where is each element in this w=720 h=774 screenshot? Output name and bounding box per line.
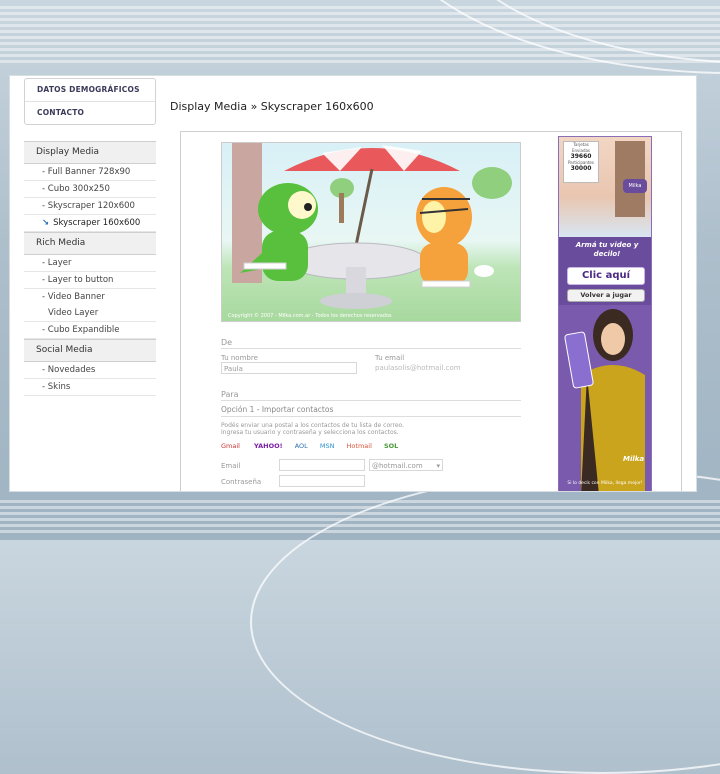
hotmail-logo[interactable]: Hotmail <box>347 442 372 450</box>
yahoo-logo[interactable]: YAHOO! <box>254 442 283 450</box>
sidebar-item-cubo-expandible[interactable]: - Cubo Expandible <box>24 322 156 339</box>
sidebar-item-layer[interactable]: - Layer <box>24 255 156 272</box>
sidebar-item-cubo[interactable]: - Cubo 300x250 <box>24 181 156 198</box>
sidebar-item-skyscraper-120[interactable]: - Skyscraper 120x600 <box>24 198 156 215</box>
postcard-illustration[interactable]: Copyright © 2007 - Milka.com.ar - Todos … <box>221 142 521 322</box>
sidebar-item-skins[interactable]: - Skins <box>24 379 156 396</box>
divider <box>221 416 521 417</box>
nav-datos-demograficos[interactable]: DATOS DEMOGRÁFICOS <box>25 79 155 101</box>
ad-tagline: Armá tu video y decilo! <box>575 241 639 258</box>
model-with-chocolate-image <box>559 305 651 491</box>
msn-logo[interactable]: MSN <box>320 442 335 450</box>
sidebar-item-layer-to-button[interactable]: - Layer to button <box>24 272 156 289</box>
ad-top-scene: Tarjetas Enviadas 39660 Participantes 30… <box>559 137 651 237</box>
gmail-logo[interactable]: Gmail <box>221 442 240 450</box>
tu-nombre-label: Tu nombre <box>221 354 258 362</box>
mailbox-icon: Milka <box>623 179 647 193</box>
sidebar-item-full-banner[interactable]: - Full Banner 728x90 <box>24 164 156 181</box>
name-input[interactable]: Paula <box>221 362 357 374</box>
email-user-input[interactable] <box>279 459 365 471</box>
cartoon-scene-image <box>232 143 512 309</box>
ad-footer-text: Si lo decís con Milka, llega mejor! <box>567 481 643 486</box>
sidebar: DATOS DEMOGRÁFICOS CONTACTO Display Medi… <box>24 76 156 396</box>
arrow-icon: ↘ <box>42 218 50 228</box>
email-domain-select[interactable]: @hotmail.com ▾ <box>369 459 443 471</box>
skyscraper-ad[interactable]: Tarjetas Enviadas 39660 Participantes 30… <box>558 136 652 491</box>
counter-box: Tarjetas Enviadas 39660 Participantes 30… <box>563 141 599 183</box>
section-social-media[interactable]: Social Media <box>24 339 156 362</box>
sidebar-item-video-layer[interactable]: Video Layer <box>24 305 156 322</box>
email-input[interactable]: paulasolis@hotmail.com <box>375 364 461 372</box>
sidebar-item-video-banner[interactable]: - Video Banner <box>24 289 156 305</box>
sidebar-item-label: Skyscraper 160x600 <box>53 218 141 228</box>
nav-contacto[interactable]: CONTACTO <box>25 101 155 124</box>
divider <box>221 400 521 401</box>
opcion-label[interactable]: Opción 1 - Importar contactos <box>221 405 333 414</box>
password-label: Contraseña <box>221 478 262 486</box>
tu-email-label: Tu email <box>375 354 405 362</box>
para-label: Para <box>221 390 239 399</box>
de-label: De <box>221 338 233 347</box>
section-display-media[interactable]: Display Media <box>24 141 156 164</box>
email-domain-value: @hotmail.com <box>372 462 423 470</box>
content-frame: Copyright © 2007 - Milka.com.ar - Todos … <box>180 131 682 491</box>
page-panel: DATOS DEMOGRÁFICOS CONTACTO Display Medi… <box>10 76 696 491</box>
divider <box>221 348 521 349</box>
volver-a-jugar-button[interactable]: Volver a jugar <box>567 289 645 302</box>
email-label: Email <box>221 462 241 470</box>
sidebar-top-menu: DATOS DEMOGRÁFICOS CONTACTO <box>24 78 156 125</box>
page-title: Display Media » Skyscraper 160x600 <box>170 100 374 113</box>
milka-logo: Milka <box>623 455 645 463</box>
provider-logos: Gmail YAHOO! AOL MSN Hotmail SOL <box>221 442 431 454</box>
card-caption: Copyright © 2007 - Milka.com.ar - Todos … <box>228 313 392 319</box>
aol-logo[interactable]: AOL <box>295 442 308 450</box>
section-rich-media[interactable]: Rich Media <box>24 232 156 255</box>
sol-logo[interactable]: SOL <box>384 442 398 450</box>
chevron-down-icon: ▾ <box>436 462 440 470</box>
sidebar-item-skyscraper-160[interactable]: ↘ Skyscraper 160x600 <box>24 215 156 232</box>
instructions-line-2: Ingresa tu usuario y contraseña y selecc… <box>221 429 399 436</box>
instructions-line-1: Podés enviar una postal a los contactos … <box>221 422 404 429</box>
counter-value-2: 30000 <box>570 165 592 172</box>
password-input[interactable] <box>279 475 365 487</box>
sidebar-item-novedades[interactable]: - Novedades <box>24 362 156 379</box>
clic-aqui-button[interactable]: Clic aquí <box>567 267 645 285</box>
